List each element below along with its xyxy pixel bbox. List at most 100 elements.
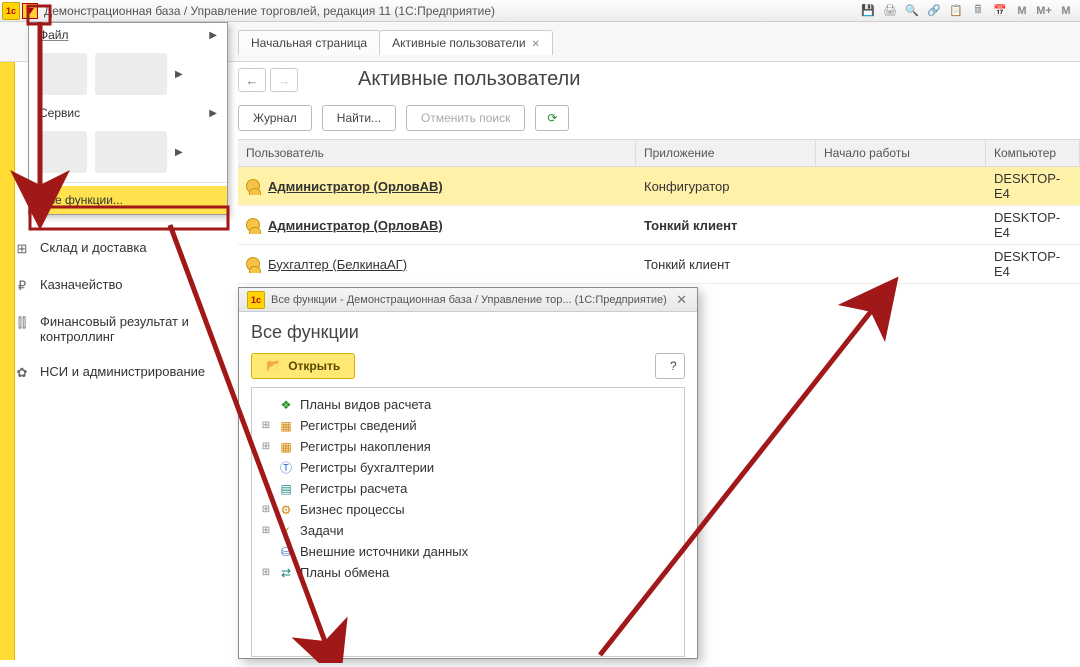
chevron-right-icon: ▶ [175,69,183,80]
nav-back-button[interactable]: ← [238,68,266,92]
menu-item-service[interactable]: Сервис▶ [29,101,227,125]
page-title: Активные пользователи [238,68,1080,101]
menu-placeholder [95,131,167,173]
tree-node-label: Задачи [300,523,344,538]
tree-node-icon: ✓ [278,524,294,538]
sidebar-item-label: Казначейство [40,277,122,292]
main-menu-dropdown-button[interactable] [22,3,38,19]
menu-item-all-functions[interactable]: Все функции... [29,186,227,214]
help-button[interactable]: ? [655,353,685,379]
refresh-button[interactable]: ⟳ [535,105,569,131]
warehouse-icon: ⊞ [14,241,30,257]
sidebar-item-treasury[interactable]: ₽ Казначейство [0,267,228,304]
chevron-right-icon: ▶ [175,147,183,158]
tree-node-icon: ⛁ [278,545,294,559]
chart-icon: ⫿⫿ [14,315,30,331]
tree-node-label: Регистры накопления [300,439,431,454]
save-icon[interactable]: 💾 [860,3,876,19]
sidebar-item-label: Финансовый результат и контроллинг [40,314,214,344]
tree-node[interactable]: ▤Регистры расчета [256,478,680,499]
expand-icon[interactable]: ⊞ [260,525,272,536]
expand-icon[interactable]: ⊞ [260,441,272,452]
search-icon[interactable]: 🔍 [904,3,920,19]
main-dropdown-menu: Файл▶ ▶ Сервис▶ ▶ Все функции... [28,22,228,215]
find-button[interactable]: Найти... [322,105,396,131]
tree-node-icon: ❖ [278,398,294,412]
user-icon [246,179,260,193]
all-functions-dialog: 1c Все функции - Демонстрационная база /… [238,287,698,659]
dialog-heading: Все функции [251,322,685,343]
user-icon [246,257,260,271]
gear-icon: ✿ [14,365,30,381]
chevron-down-icon [26,8,34,14]
tree-node-label: Регистры бухгалтерии [300,460,434,475]
sidebar-item-warehouse[interactable]: ⊞ Склад и доставка [0,230,228,267]
close-icon[interactable]: ✕ [532,39,540,50]
tree-node[interactable]: ⊞ ▦ Регистры сведений [256,415,680,436]
link-icon[interactable]: 🔗 [926,3,942,19]
tree-node-label: Планы видов расчета [300,397,431,412]
window-title: Демонстрационная база / Управление торго… [44,4,860,18]
tree-node-label: Планы обмена [300,565,389,580]
col-start[interactable]: Начало работы [816,140,986,166]
sidebar-item-admin[interactable]: ✿ НСИ и администрирование [0,354,228,391]
m-memory-icon-2[interactable]: M [1058,3,1074,19]
chevron-right-icon: ▶ [209,108,217,119]
tree-node-icon: ▤ [278,482,294,496]
tree-node-label: Бизнес процессы [300,502,405,517]
table-header: Пользователь Приложение Начало работы Ко… [238,139,1080,167]
app-logo: 1c [2,2,20,20]
user-icon [246,218,260,232]
folder-open-icon: 📂 [266,358,282,374]
tab-start-page[interactable]: Начальная страница [238,30,380,55]
tree-node[interactable]: ⊞ ✓ Задачи [256,520,680,541]
tree-node[interactable]: ⊞ ▦ Регистры накопления [256,436,680,457]
sidebar-item-label: Склад и доставка [40,240,147,255]
app-logo: 1c [247,291,265,309]
mplus-memory-icon[interactable]: M+ [1036,3,1052,19]
sidebar-item-label: НСИ и администрирование [40,364,205,379]
tree-node[interactable]: ❖ Планы видов расчета [256,394,680,415]
journal-button[interactable]: Журнал [238,105,312,131]
menu-placeholder [39,131,87,173]
tree-node-icon: ⇄ [278,566,294,580]
expand-icon[interactable]: ⊞ [260,567,272,578]
functions-tree[interactable]: ❖Планы видов расчета⊞▦Регистры сведений⊞… [251,387,685,657]
tree-node[interactable]: ⓉРегистры бухгалтерии [256,457,680,478]
tree-node-label: Регистры сведений [300,418,417,433]
expand-icon[interactable]: ⊞ [260,420,272,431]
tree-node[interactable]: ⛁ Внешние источники данных [256,541,680,562]
calendar-icon[interactable]: 📅 [992,3,1008,19]
close-icon[interactable]: ✕ [672,292,691,308]
print-icon[interactable]: 🖨 [882,3,898,19]
tab-active-users[interactable]: Активные пользователи✕ [379,30,553,55]
m-memory-icon[interactable]: M [1014,3,1030,19]
tree-node-icon: ▦ [278,419,294,433]
tree-node[interactable]: ⊞ ⇄ Планы обмена [256,562,680,583]
calc-icon[interactable]: 🖩 [970,3,986,19]
table-row[interactable]: Администратор (ОрловАВ) Тонкий клиент DE… [238,206,1080,245]
col-app[interactable]: Приложение [636,140,816,166]
cancel-search-button[interactable]: Отменить поиск [406,105,525,131]
sidebar-item-finance[interactable]: ⫿⫿ Финансовый результат и контроллинг [0,304,228,354]
open-button[interactable]: 📂Открыть [251,353,355,379]
table-row[interactable]: Бухгалтер (БелкинаАГ) Тонкий клиент DESK… [238,245,1080,284]
menu-placeholder [95,53,167,95]
chevron-right-icon: ▶ [209,30,217,41]
nav-forward-button[interactable]: → [270,68,298,92]
tree-node-icon: ⚙ [278,503,294,517]
section-color-band [0,62,15,660]
table-row[interactable]: Администратор (ОрловАВ) Конфигуратор DES… [238,167,1080,206]
expand-icon[interactable]: ⊞ [260,504,272,515]
clipboard-icon[interactable]: 📋 [948,3,964,19]
menu-placeholder [39,53,87,95]
tree-node[interactable]: ⊞ ⚙ Бизнес процессы [256,499,680,520]
sidebar: ⊞ Склад и доставка ₽ Казначейство ⫿⫿ Фин… [0,230,228,391]
dialog-title: Все функции - Демонстрационная база / Уп… [271,294,667,306]
ruble-icon: ₽ [14,278,30,294]
col-computer[interactable]: Компьютер [986,140,1080,166]
menu-item-file[interactable]: Файл▶ [29,23,227,47]
col-user[interactable]: Пользователь [238,140,636,166]
tree-node-icon: ▦ [278,440,294,454]
tree-node-label: Внешние источники данных [300,544,468,559]
